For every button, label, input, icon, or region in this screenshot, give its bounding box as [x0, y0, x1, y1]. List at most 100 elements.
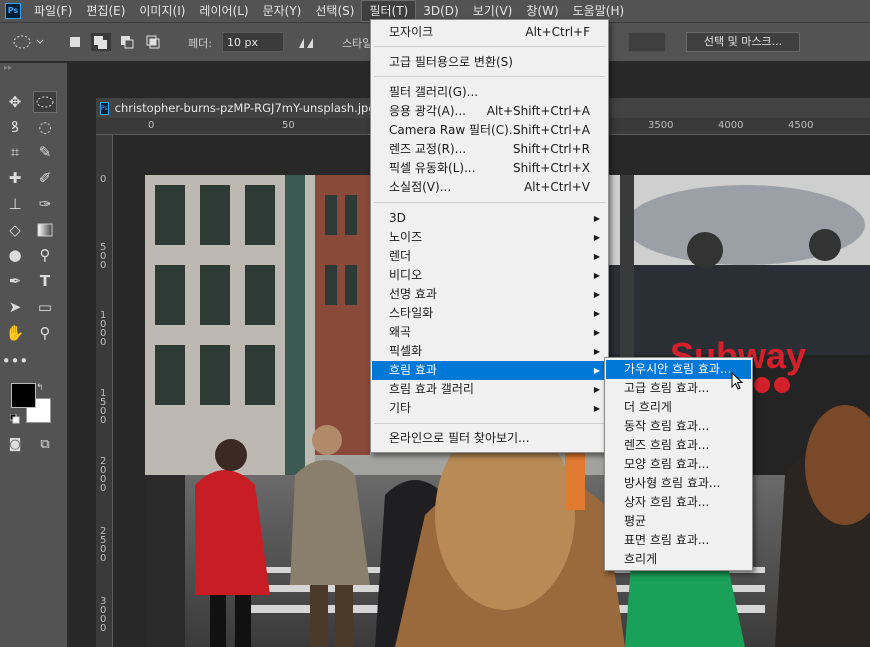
brush-tool-icon[interactable]: ✐ — [33, 167, 57, 189]
submenu-item-gaussian-blur[interactable]: 가우시안 흐림 효과... — [606, 360, 751, 379]
foreground-color-swatch[interactable] — [11, 383, 36, 408]
menu-item-noise[interactable]: 노이즈 ▶ — [372, 228, 607, 247]
submenu-item-surface-blur[interactable]: 표면 흐림 효과... — [606, 531, 751, 550]
menu-item-label: 픽셀화 — [389, 344, 423, 358]
lasso-tool-icon[interactable]: ꝸ — [3, 116, 27, 138]
quick-selection-tool-icon[interactable]: ◌ — [33, 116, 57, 138]
default-colors-icon[interactable] — [9, 413, 20, 424]
marquee-preset-icon[interactable] — [12, 34, 46, 50]
submenu-item-blur[interactable]: 흐리게 — [606, 550, 751, 569]
menu-item-label: 소실점(V)... — [389, 180, 452, 194]
swap-colors-icon[interactable]: ↰ — [36, 383, 46, 393]
more-tools-icon[interactable]: ••• — [2, 350, 29, 372]
filter-menu: 모자이크 Alt+Ctrl+F 고급 필터용으로 변환(S) 필터 갤러리(G).… — [370, 19, 609, 453]
move-tool-icon[interactable]: ✥ — [3, 91, 27, 113]
gradient-tool-icon[interactable] — [33, 219, 57, 241]
menu-separator — [374, 423, 605, 424]
dodge-tool-icon[interactable]: ⚲ — [33, 244, 57, 266]
menu-item-shortcut: Alt+Ctrl+V — [524, 180, 590, 194]
menu-item-stylize[interactable]: 스타일화 ▶ — [372, 304, 607, 323]
pen-tool-icon[interactable]: ✒ — [3, 270, 27, 292]
height-input[interactable] — [628, 32, 666, 52]
menu-item-browse-filters-online[interactable]: 온라인으로 필터 찾아보기... — [372, 429, 607, 448]
ruler-label: 2 0 0 0 — [100, 456, 107, 494]
intersect-selection-icon[interactable] — [146, 35, 160, 49]
submenu-item-blur-more[interactable]: 더 흐리게 — [606, 398, 751, 417]
screen-mode-icon[interactable]: ⧉ — [33, 433, 57, 455]
quick-mask-icon[interactable]: ◙ — [3, 433, 27, 455]
menu-item-blur[interactable]: 흐림 효과 ▶ — [372, 361, 607, 380]
menu-item-3d[interactable]: 3D ▶ — [372, 209, 607, 228]
anti-alias-icon[interactable] — [298, 35, 316, 49]
menu-item-vanishing-point[interactable]: 소실점(V)... Alt+Ctrl+V — [372, 178, 607, 197]
submenu-item-radial-blur[interactable]: 방사형 흐림 효과... — [606, 474, 751, 493]
photoshop-logo-icon: Ps — [5, 3, 21, 19]
menu-item-distort[interactable]: 왜곡 ▶ — [372, 323, 607, 342]
ruler-label: 1 0 0 0 — [100, 310, 107, 348]
document-tab[interactable]: Ps christopher-burns-pzMP-RGJ7mY-unsplas… — [96, 98, 370, 118]
menu-edit[interactable]: 편집(E) — [79, 0, 132, 22]
menu-item-label: 픽셀 유동화(L)... — [389, 161, 476, 175]
tools-panel: ▸▸ ✥ ꝸ ◌ ⌗ ✎ ✚ ✐ ⊥ ✑ ◇ ● ⚲ ✒ T ➤ ▭ ✋ ⚲ •… — [0, 63, 68, 647]
menu-item-label: 모자이크 — [389, 25, 434, 39]
submenu-arrow-icon: ▶ — [593, 252, 600, 261]
menu-item-lens-correction[interactable]: 렌즈 교정(R)... Shift+Ctrl+R — [372, 140, 607, 159]
menu-item-label: 기타 — [389, 401, 412, 415]
menu-image[interactable]: 이미지(I) — [132, 0, 192, 22]
document-title: christopher-burns-pzMP-RGJ7mY-unsplash.j… — [114, 101, 370, 115]
zoom-tool-icon[interactable]: ⚲ — [33, 322, 57, 344]
menu-item-sharpen[interactable]: 선명 효과 ▶ — [372, 285, 607, 304]
menu-item-camera-raw[interactable]: Camera Raw 필터(C)... Shift+Ctrl+A — [372, 121, 607, 140]
new-selection-icon[interactable] — [68, 35, 82, 49]
crop-tool-icon[interactable]: ⌗ — [3, 141, 27, 163]
submenu-arrow-icon: ▶ — [593, 233, 600, 242]
menu-item-label: 렌더 — [389, 249, 412, 263]
menu-separator — [374, 46, 605, 47]
blur-tool-icon[interactable]: ● — [3, 244, 27, 266]
submenu-item-average[interactable]: 평균 — [606, 512, 751, 531]
menu-item-pixelate[interactable]: 픽셀화 ▶ — [372, 342, 607, 361]
history-brush-tool-icon[interactable]: ✑ — [33, 193, 57, 215]
submenu-arrow-icon: ▶ — [593, 347, 600, 356]
menu-item-mosaic[interactable]: 모자이크 Alt+Ctrl+F — [372, 23, 607, 42]
eyedropper-tool-icon[interactable]: ✎ — [33, 141, 57, 163]
menu-item-other[interactable]: 기타 ▶ — [372, 399, 607, 418]
menu-item-filter-gallery[interactable]: 필터 갤러리(G)... — [372, 83, 607, 102]
path-selection-tool-icon[interactable]: ➤ — [3, 296, 27, 318]
menu-item-video[interactable]: 비디오 ▶ — [372, 266, 607, 285]
menu-layer[interactable]: 레이어(L) — [192, 0, 255, 22]
ruler-label: 1 5 0 0 — [100, 388, 107, 426]
vertical-ruler: 0 5 0 0 1 0 0 0 1 5 0 0 2 0 0 0 2 5 0 0 … — [96, 135, 113, 647]
submenu-item-box-blur[interactable]: 상자 흐림 효과... — [606, 493, 751, 512]
clone-stamp-tool-icon[interactable]: ⊥ — [3, 193, 27, 215]
elliptical-marquee-tool-icon[interactable] — [33, 91, 57, 113]
menu-item-label: 렌즈 교정(R)... — [389, 142, 467, 156]
menu-type[interactable]: 문자(Y) — [256, 0, 309, 22]
menu-item-render[interactable]: 렌더 ▶ — [372, 247, 607, 266]
submenu-item-shape-blur[interactable]: 모양 흐림 효과... — [606, 455, 751, 474]
menu-item-blur-gallery[interactable]: 흐림 효과 갤러리 ▶ — [372, 380, 607, 399]
menu-file[interactable]: 파일(F) — [27, 0, 79, 22]
menu-select[interactable]: 선택(S) — [308, 0, 361, 22]
ruler-label: 50 — [282, 120, 295, 131]
menu-item-convert-smart-filters[interactable]: 고급 필터용으로 변환(S) — [372, 53, 607, 72]
submenu-item-smart-blur[interactable]: 고급 흐림 효과... — [606, 379, 751, 398]
add-to-selection-icon[interactable] — [90, 32, 112, 52]
submenu-arrow-icon: ▶ — [593, 290, 600, 299]
menu-item-liquify[interactable]: 픽셀 유동화(L)... Shift+Ctrl+X — [372, 159, 607, 178]
type-tool-icon[interactable]: T — [33, 270, 57, 292]
feather-input[interactable] — [222, 32, 284, 52]
submenu-item-motion-blur[interactable]: 동작 흐림 효과... — [606, 417, 751, 436]
submenu-item-lens-blur[interactable]: 렌즈 흐림 효과... — [606, 436, 751, 455]
submenu-arrow-icon: ▶ — [593, 366, 600, 375]
subtract-selection-icon[interactable] — [120, 35, 134, 49]
eraser-tool-icon[interactable]: ◇ — [3, 219, 27, 241]
menu-item-adaptive-wide-angle[interactable]: 응용 광각(A)... Alt+Shift+Ctrl+A — [372, 102, 607, 121]
style-label: 스타일 — [342, 37, 372, 50]
rectangle-tool-icon[interactable]: ▭ — [33, 296, 57, 318]
menu-item-label: 노이즈 — [389, 230, 423, 244]
submenu-arrow-icon: ▶ — [593, 328, 600, 337]
hand-tool-icon[interactable]: ✋ — [3, 322, 27, 344]
select-and-mask-button[interactable]: 선택 및 마스크... — [686, 32, 800, 52]
healing-brush-tool-icon[interactable]: ✚ — [3, 167, 27, 189]
